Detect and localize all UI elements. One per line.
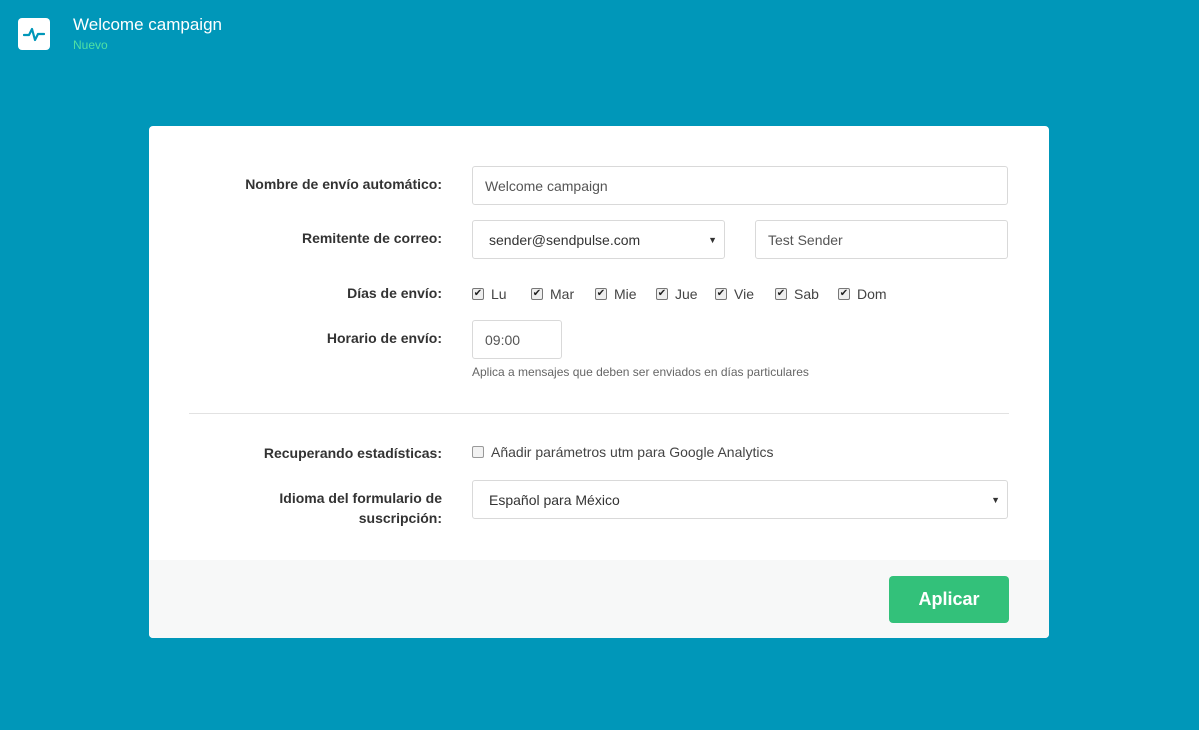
sender-label: Remitente de correo:	[301, 230, 442, 246]
sender-name-value: Test Sender	[768, 231, 843, 248]
campaign-status: Nuevo	[73, 38, 108, 52]
section-divider	[189, 413, 1009, 414]
checkbox-unchecked-icon[interactable]	[472, 446, 484, 458]
days-label: Días de envío:	[347, 285, 442, 301]
campaign-title: Welcome campaign	[73, 15, 222, 34]
settings-card: Nombre de envío automático: Welcome camp…	[149, 126, 1049, 638]
utm-checkbox[interactable]: Añadir parámetros utm para Google Analyt…	[472, 444, 773, 460]
app-logo[interactable]	[18, 18, 50, 50]
day-label: Mie	[614, 286, 637, 302]
day-checkbox-mie[interactable]: ✔ Mie	[595, 286, 656, 302]
day-label: Vie	[734, 286, 754, 302]
day-label: Jue	[675, 286, 698, 302]
campaign-name-input[interactable]: Welcome campaign	[472, 166, 1008, 205]
day-label: Sab	[794, 286, 819, 302]
time-hint: Aplica a mensajes que deben ser enviados…	[472, 365, 809, 379]
day-label: Mar	[550, 286, 575, 302]
pulse-icon	[23, 27, 45, 42]
checkbox-checked-icon[interactable]: ✔	[472, 288, 484, 300]
time-label: Horario de envío:	[326, 330, 442, 346]
card-footer: Aplicar	[149, 560, 1049, 638]
language-value: Español para México	[489, 491, 620, 508]
app-header: Welcome campaign Nuevo	[18, 14, 222, 52]
checkbox-checked-icon[interactable]: ✔	[775, 288, 787, 300]
campaign-name-value: Welcome campaign	[485, 177, 608, 194]
day-checkbox-vie[interactable]: ✔ Vie	[715, 286, 775, 302]
day-label: Dom	[857, 286, 887, 302]
day-checkbox-jue[interactable]: ✔ Jue	[656, 286, 715, 302]
send-time-input[interactable]: 09:00	[472, 320, 562, 359]
name-label: Nombre de envío automático:	[245, 176, 442, 192]
stats-label: Recuperando estadísticas:	[263, 445, 442, 461]
checkbox-checked-icon[interactable]: ✔	[595, 288, 607, 300]
apply-button[interactable]: Aplicar	[889, 576, 1009, 623]
language-select[interactable]: Español para México ▼	[472, 480, 1008, 519]
days-checkbox-group: ✔ Lu ✔ Mar ✔ Mie ✔ Jue ✔ Vie ✔ Sab ✔ Dom	[472, 286, 887, 302]
day-checkbox-dom[interactable]: ✔ Dom	[838, 286, 887, 302]
language-label-line1: Idioma del formulario de	[279, 490, 442, 506]
checkbox-checked-icon[interactable]: ✔	[715, 288, 727, 300]
header-titles: Welcome campaign Nuevo	[73, 14, 222, 52]
day-label: Lu	[491, 286, 507, 302]
caret-down-icon: ▼	[708, 235, 717, 245]
day-checkbox-mar[interactable]: ✔ Mar	[531, 286, 595, 302]
sender-name-input[interactable]: Test Sender	[755, 220, 1008, 259]
caret-down-icon: ▼	[991, 495, 1000, 505]
checkbox-checked-icon[interactable]: ✔	[656, 288, 668, 300]
utm-checkbox-label: Añadir parámetros utm para Google Analyt…	[491, 444, 774, 460]
day-checkbox-sab[interactable]: ✔ Sab	[775, 286, 838, 302]
language-label-line2: suscripción:	[358, 510, 442, 526]
sender-email-select[interactable]: sender@sendpulse.com ▼	[472, 220, 725, 259]
send-time-value: 09:00	[485, 331, 521, 348]
checkbox-checked-icon[interactable]: ✔	[531, 288, 543, 300]
checkbox-checked-icon[interactable]: ✔	[838, 288, 850, 300]
day-checkbox-lu[interactable]: ✔ Lu	[472, 286, 531, 302]
sender-email-value: sender@sendpulse.com	[489, 231, 641, 248]
language-label: Idioma del formulario de suscripción:	[279, 488, 442, 528]
